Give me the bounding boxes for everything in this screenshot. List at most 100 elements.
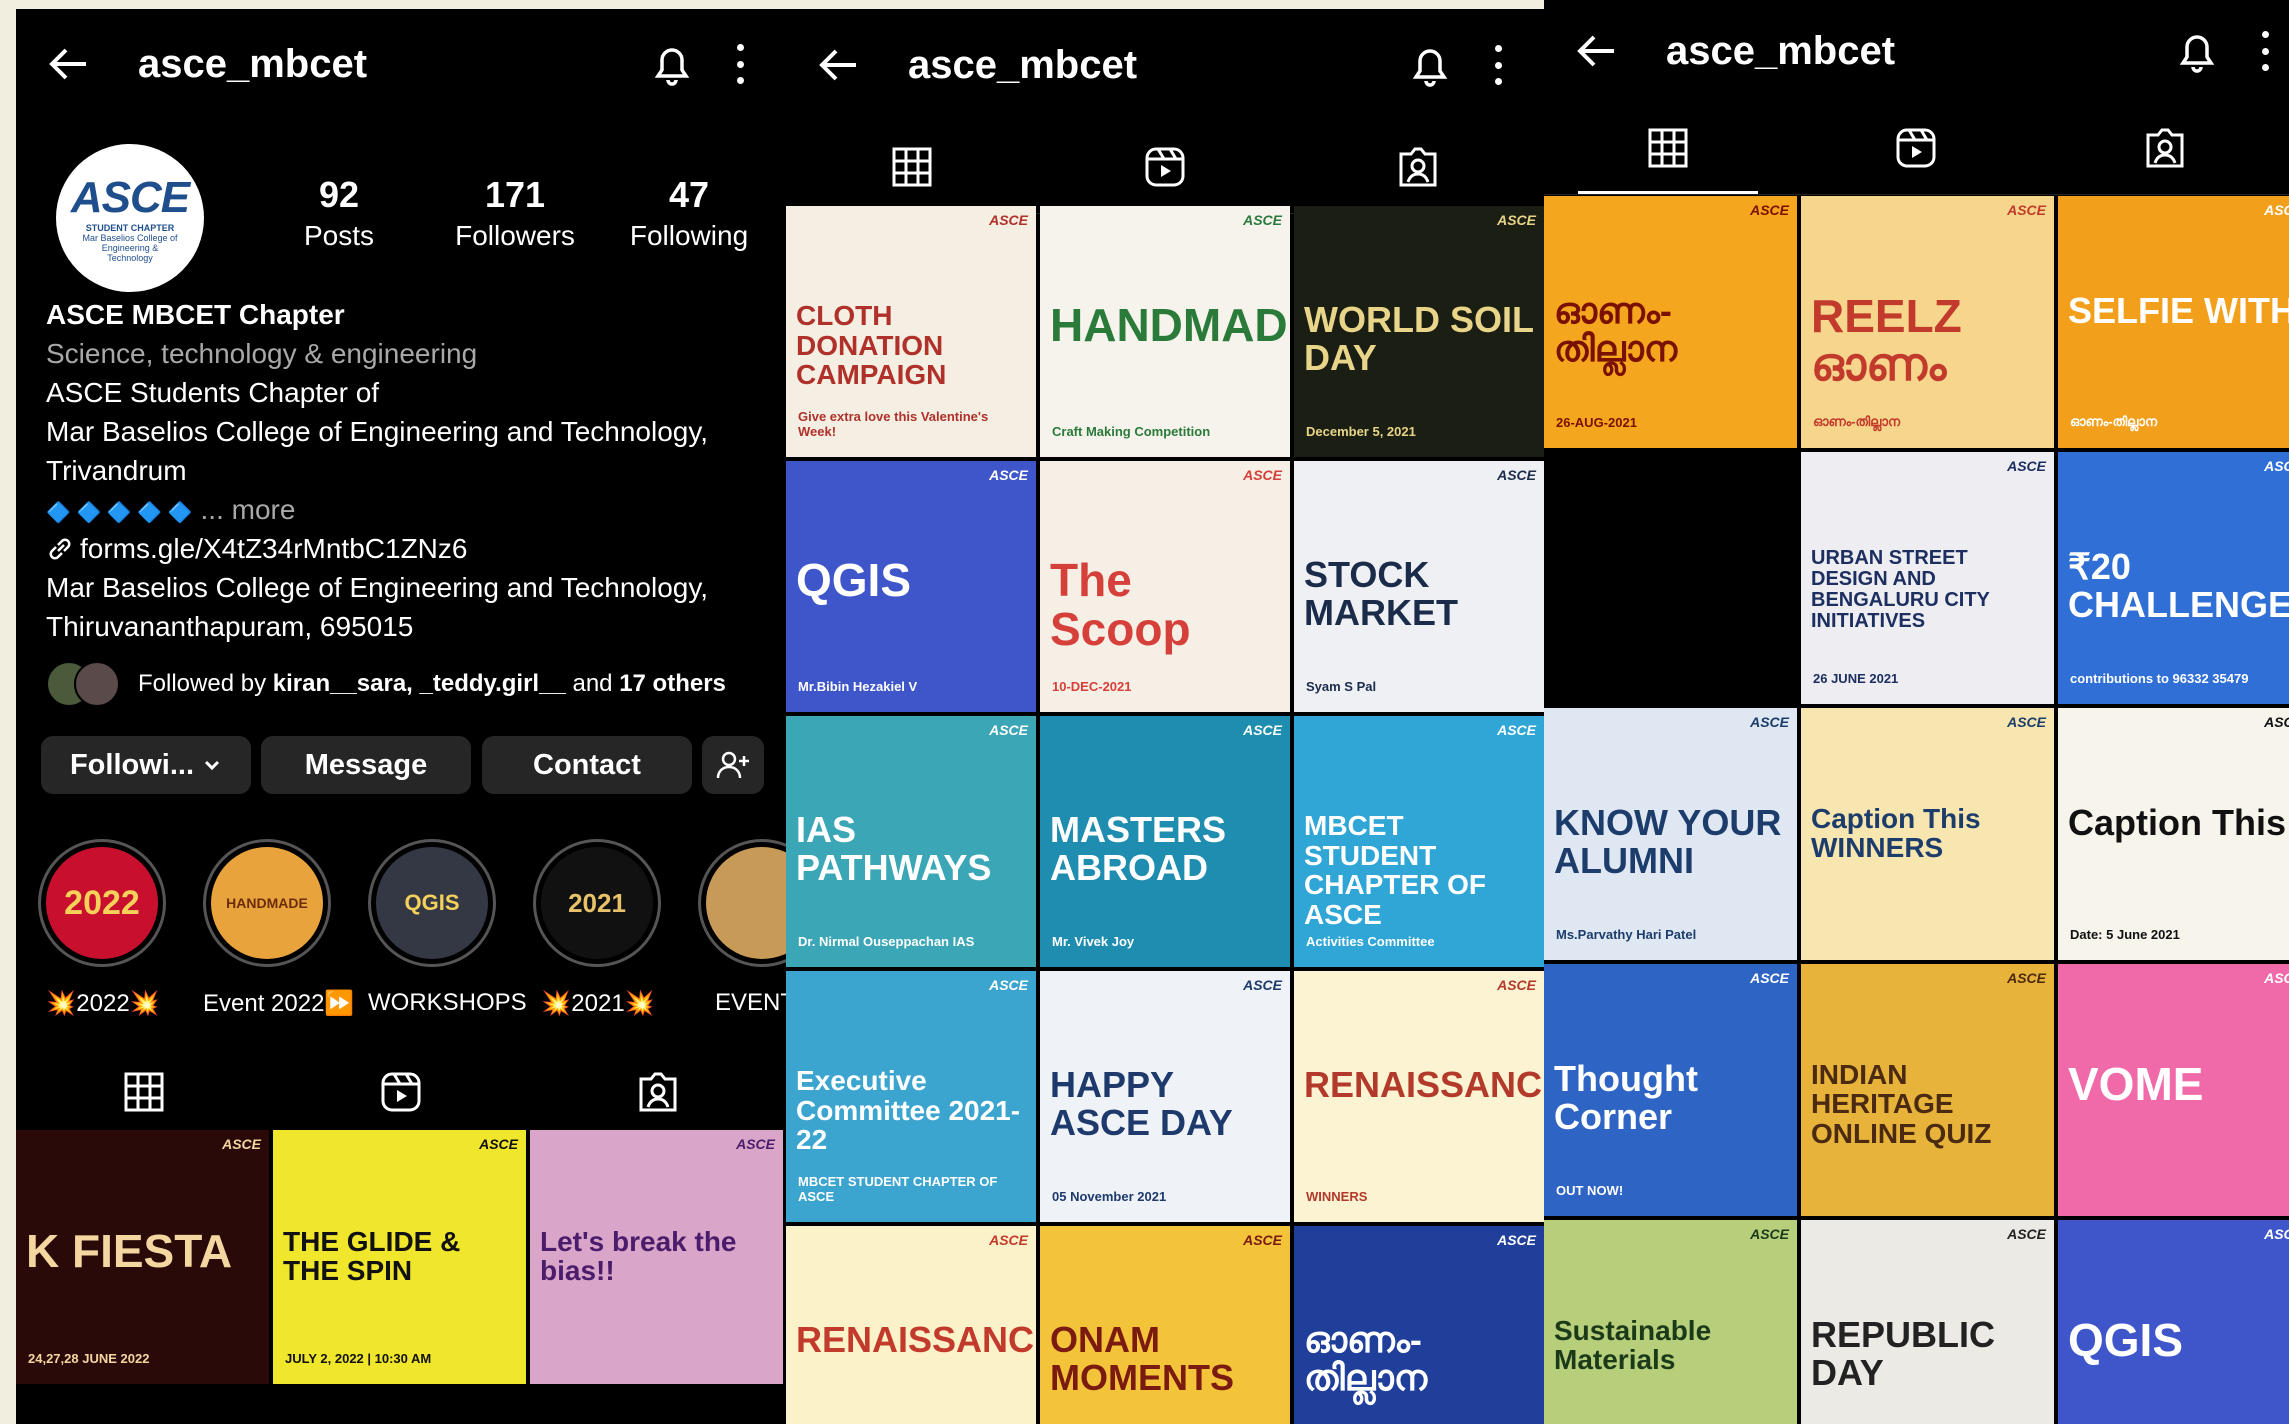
tab-reels[interactable]	[1886, 118, 1946, 178]
post-tile[interactable]: ASCE MASTERS ABROAD Mr. Vivek Joy	[1040, 716, 1290, 967]
asce-logo: ASCE	[2264, 202, 2289, 218]
asce-logo: ASCE	[989, 977, 1028, 993]
tab-grid[interactable]	[1578, 118, 1759, 194]
post-tile[interactable]: ASCE INDIAN HERITAGE ONLINE QUIZ	[1801, 964, 2054, 1216]
post-tile[interactable]: ASCE THE GLIDE & THE SPIN JULY 2, 2022 | 1…	[273, 1130, 526, 1384]
highlight-events[interactable]: EVENTS	[698, 839, 786, 1017]
post-tile[interactable]: ASCE Thought Corner OUT NOW!	[1544, 964, 1797, 1216]
post-tile[interactable]: ASCE CLOTH DONATION CAMPAIGN Give extra lo…	[786, 206, 1036, 457]
tab-reels[interactable]	[371, 1062, 431, 1122]
post-tile[interactable]: ASCE SELFIE WITH ഓണം-തില്ലാന	[2058, 196, 2289, 448]
contact-button[interactable]: Contact	[482, 736, 692, 794]
more-options-icon[interactable]	[1492, 45, 1504, 85]
post-subtitle: OUT NOW!	[1556, 1183, 1624, 1198]
post-title: HANDMADE	[1050, 299, 1290, 352]
following-stat[interactable]: 47 Following	[614, 174, 764, 252]
post-subtitle: MBCET STUDENT CHAPTER OF ASCE	[798, 1174, 998, 1204]
chevron-down-icon	[204, 760, 220, 771]
back-arrow-icon[interactable]	[46, 42, 90, 86]
tab-tagged[interactable]	[1388, 137, 1448, 197]
post-tile[interactable]: ASCE K FIESTA 24,27,28 JUNE 2022	[16, 1130, 269, 1384]
asce-logo: ASCE	[1243, 977, 1282, 993]
bio-line-2: Mar Baselios College of Engineering and …	[46, 416, 709, 447]
following-button[interactable]: Followi...	[41, 736, 251, 794]
post-title: Caption This WINNERS	[1811, 802, 1981, 864]
asce-logo: ASCE	[1750, 1226, 1789, 1242]
post-subtitle: Dr. Nirmal Ouseppachan IAS	[798, 934, 975, 949]
post-tile[interactable]: ASCE STOCK MARKET Syam S Pal	[1294, 461, 1544, 712]
highlight-2022[interactable]: 2022 💥2022💥	[38, 839, 168, 1018]
asce-logo: ASCE	[2264, 458, 2289, 474]
post-tile[interactable]: ASCE Let's break the bias!!	[530, 1130, 783, 1384]
post-tile[interactable]: ASCE REPUBLIC DAY	[1801, 1220, 2054, 1424]
post-tile[interactable]: ASCE ₹20 CHALLENGE contributions to 96332 …	[2058, 452, 2289, 704]
post-tile[interactable]: ASCE VOME	[2058, 964, 2289, 1216]
highlight-label: 💥2022💥	[46, 990, 160, 1017]
followed-by-and: and	[572, 670, 613, 697]
bell-icon[interactable]	[2175, 27, 2219, 75]
avatar[interactable]: ASCE STUDENT CHAPTER Mar Baselios Colleg…	[56, 144, 204, 292]
more-options-icon[interactable]	[734, 44, 746, 84]
highlight-event-2022[interactable]: HANDMADE Event 2022⏩	[203, 839, 354, 1018]
more-options-icon[interactable]	[2259, 31, 2271, 71]
post-tile[interactable]: ASCE IAS PATHWAYS Dr. Nirmal Ouseppachan I…	[786, 716, 1036, 967]
post-tile[interactable]: ASCE HAPPY ASCE DAY 05 November 2021	[1040, 971, 1290, 1222]
post-tile[interactable]: ASCE KNOW YOUR ALUMNI Ms.Parvathy Hari Pat…	[1544, 708, 1797, 960]
post-tile[interactable]: ASCE Caption This WINNERS	[1801, 708, 2054, 960]
message-button-label: Message	[304, 748, 428, 781]
highlight-2021[interactable]: 2021 💥2021💥	[533, 839, 663, 1018]
post-tile[interactable]: ASCEONAM MOMENTS26-AUGUST-2021	[1040, 1226, 1290, 1424]
tab-tagged[interactable]	[628, 1062, 688, 1122]
post-tile[interactable]: ASCE The Scoop 10-DEC-2021	[1040, 461, 1290, 712]
top-bar: asce_mbcet	[786, 9, 1544, 121]
highlight-label: 💥2021💥	[541, 990, 655, 1017]
tab-grid[interactable]	[54, 1062, 235, 1138]
add-user-button[interactable]	[702, 736, 764, 794]
post-title: ₹20 CHALLENGE	[2068, 545, 2289, 625]
post-tile[interactable]: ASCESustainable MaterialsTalk session on	[1544, 1220, 1797, 1424]
bell-icon[interactable]	[1408, 41, 1452, 89]
post-tile[interactable]: ASCE REELZ ഓണം ഓണം-തില്ലാന	[1801, 196, 2054, 448]
post-title: MASTERS ABROAD	[1050, 809, 1227, 889]
message-button[interactable]: Message	[261, 736, 471, 794]
post-tile[interactable]: ASCE MBCET STUDENT CHAPTER OF ASCE Activit…	[1294, 716, 1544, 967]
post-tile[interactable]: ASCE ഓണം-തില്ലാന 26-AUG-2021	[1544, 196, 1797, 448]
followers-stat[interactable]: 171 Followers	[440, 174, 590, 252]
bio-link[interactable]: forms.gle/X4tZ34rMntbC1ZNz6	[46, 529, 467, 568]
post-tile[interactable]: ASCE Caption This Date: 5 June 2021	[2058, 708, 2289, 960]
post-subtitle: 05 November 2021	[1052, 1189, 1167, 1204]
post-subtitle: Activities Committee	[1306, 934, 1435, 949]
link-icon	[49, 538, 71, 559]
post-tile[interactable]: ASCERENAISSANCEOnline Ideathon	[786, 1226, 1036, 1424]
post-subtitle: 24,27,28 JUNE 2022	[28, 1351, 150, 1366]
address-line-2: Thiruvananthapuram, 695015	[46, 611, 414, 642]
posts-stat[interactable]: 92 Posts	[264, 174, 414, 252]
post-title: KNOW YOUR ALUMNI	[1554, 801, 1782, 881]
post-tile[interactable]	[1544, 452, 1797, 704]
asce-logo: ASCE	[1243, 212, 1282, 228]
post-title: ഓണം-തില്ലാന	[1304, 1319, 1428, 1399]
post-tile[interactable]: ASCE RENAISSANCE WINNERS	[1294, 971, 1544, 1222]
followed-by-names: kiran__sara, _teddy.girl__	[272, 670, 566, 697]
bio-line-3: Trivandrum	[46, 455, 187, 486]
post-tile[interactable]: ASCE ഓണം-തില്ലാന	[1294, 1226, 1544, 1424]
followed-by[interactable]: Followed by kiran__sara, _teddy.girl__ a…	[46, 661, 726, 707]
post-tile[interactable]: ASCE WORLD SOIL DAY December 5, 2021	[1294, 206, 1544, 457]
tab-grid[interactable]	[822, 137, 1003, 213]
post-title: K FIESTA	[26, 1224, 233, 1277]
highlight-workshops[interactable]: QGIS WORKSHOPS	[368, 839, 527, 1017]
avatar-college: Mar Baselios College of Engineering & Te…	[82, 233, 178, 263]
post-tile[interactable]: ASCE HANDMADE Craft Making Competition	[1040, 206, 1290, 457]
back-arrow-icon[interactable]	[816, 43, 860, 87]
asce-logo: ASCE	[1497, 212, 1536, 228]
post-tile[interactable]: ASCE URBAN STREET DESIGN AND BENGALURU CI…	[1801, 452, 2054, 704]
post-tile[interactable]: ASCEQGISMr. Bibin Hezakiel V	[2058, 1220, 2289, 1424]
post-tile[interactable]: ASCE Executive Committee 2021-22 MBCET STU…	[786, 971, 1036, 1222]
tab-tagged[interactable]	[2135, 118, 2195, 178]
post-tile[interactable]: ASCE QGIS Mr.Bibin Hezakiel V	[786, 461, 1036, 712]
tab-reels[interactable]	[1135, 137, 1195, 197]
back-arrow-icon[interactable]	[1574, 29, 1618, 73]
post-title: WORLD SOIL DAY	[1304, 299, 1534, 379]
more-link[interactable]: ... more	[201, 494, 296, 525]
bell-icon[interactable]	[650, 40, 694, 88]
